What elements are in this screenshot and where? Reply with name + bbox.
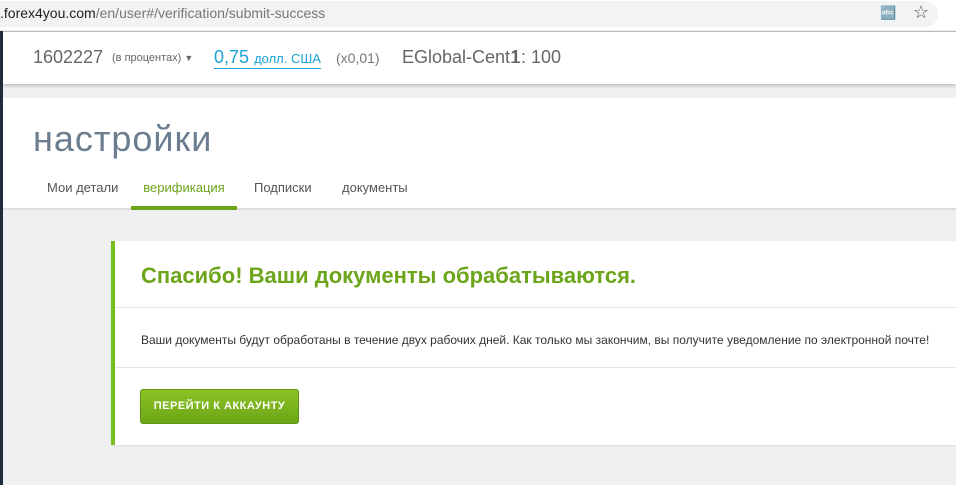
balance-link[interactable]: 0,75 долл. США [214, 47, 321, 69]
star-icon[interactable]: ☆ [913, 2, 929, 23]
browser-address-bar: .forex4you.com/en/user#/verification/sub… [0, 0, 956, 30]
page-header: настройки Мои детали верификация Подписк… [3, 98, 956, 210]
success-card: Спасибо! Ваши документы обрабатываются. … [111, 241, 956, 445]
tab-documents[interactable]: документы [342, 180, 408, 210]
divider [115, 307, 956, 308]
success-message: Ваши документы будут обработаны в течени… [141, 333, 930, 347]
leverage: 1: 100 [511, 47, 562, 67]
go-to-account-button[interactable]: ПЕРЕЙТИ К АККАУНТУ [140, 389, 299, 424]
divider [115, 367, 956, 368]
multiplier: (x0,01) [336, 50, 380, 66]
server-name: EGlobal-Cent1 [402, 47, 521, 67]
success-title: Спасибо! Ваши документы обрабатываются. [141, 263, 637, 288]
tab-my-details[interactable]: Мои детали [47, 180, 118, 210]
account-bar: 1602227 (в процентах) ▼ 0,75 долл. США (… [3, 31, 956, 84]
account-number: 1602227 [33, 47, 104, 67]
account-mode-dropdown[interactable]: (в процентах) ▼ [112, 52, 193, 64]
tab-verification[interactable]: верификация [131, 180, 237, 210]
caret-down-icon: ▼ [184, 53, 194, 63]
translate-icon[interactable]: 🔤 [880, 5, 896, 21]
tab-subscriptions[interactable]: Подписки [254, 180, 312, 210]
url-text[interactable]: .forex4you.com/en/user#/verification/sub… [0, 5, 325, 21]
page-title: настройки [33, 118, 213, 159]
